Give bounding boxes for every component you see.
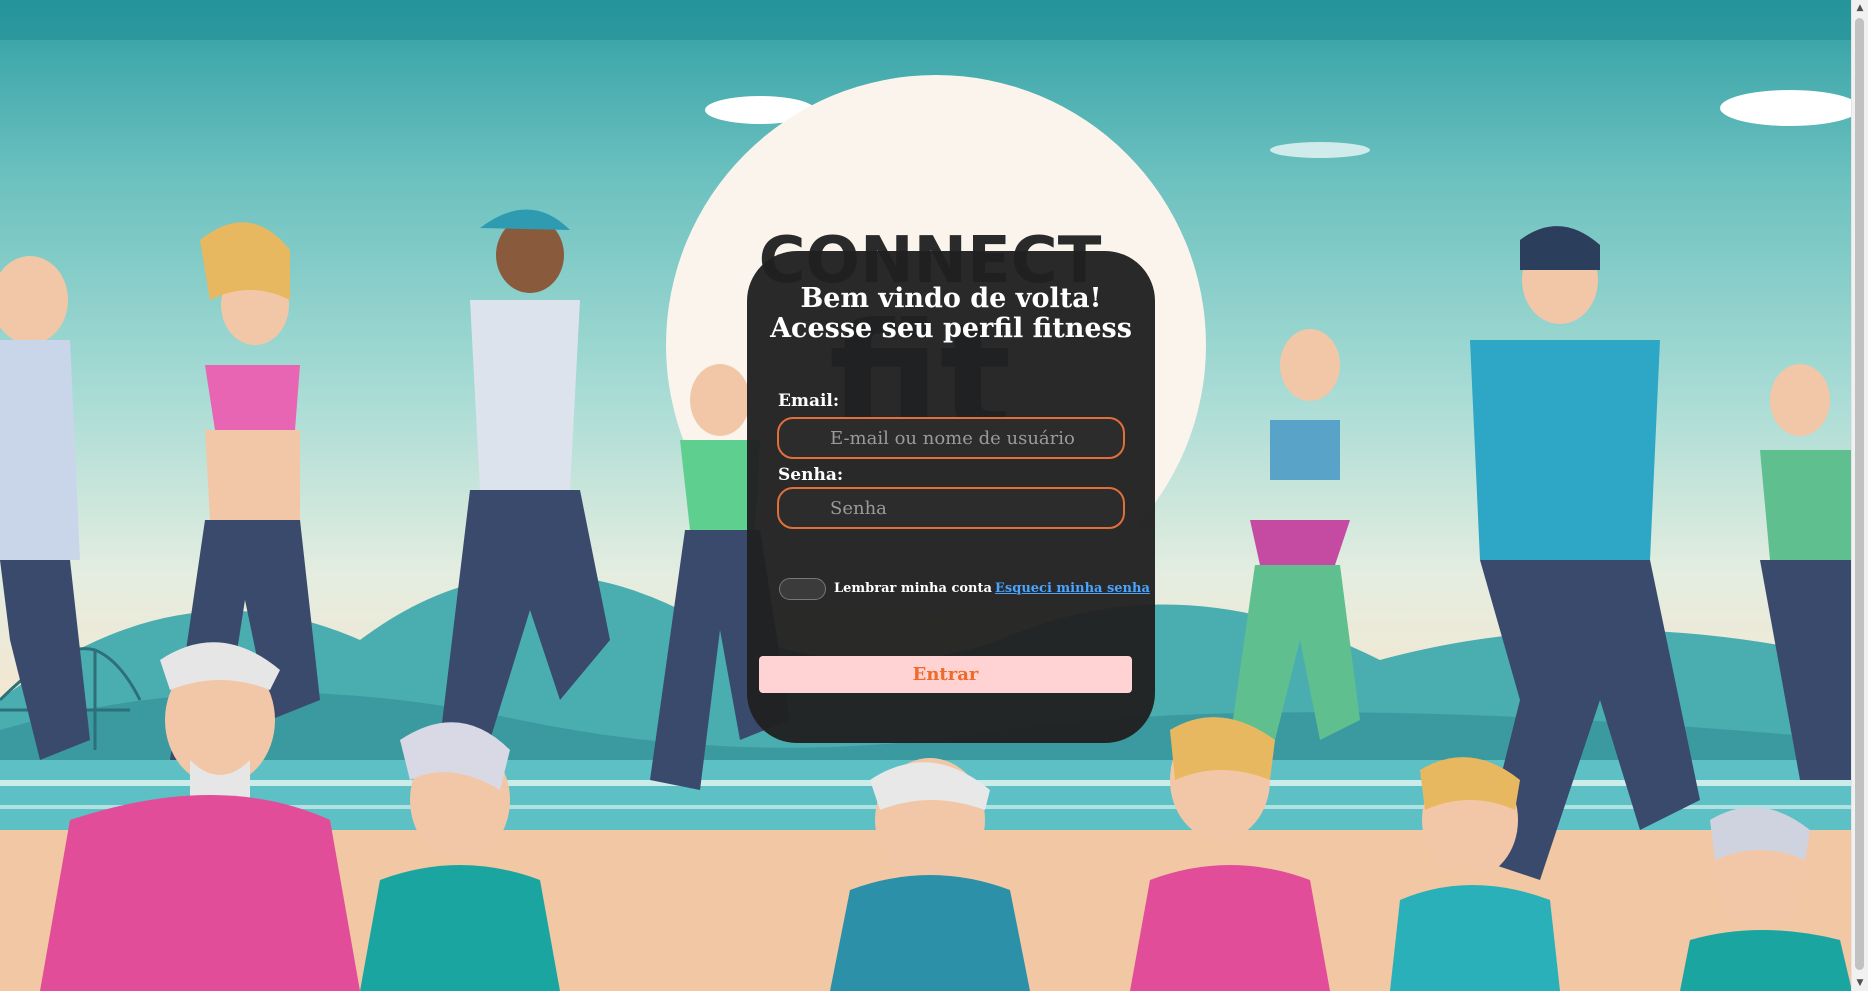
- welcome-heading: Bem vindo de volta! Acesse seu perfil fi…: [747, 251, 1155, 344]
- email-input[interactable]: [777, 417, 1125, 459]
- login-card: Bem vindo de volta! Acesse seu perfil fi…: [747, 251, 1155, 743]
- forgot-password-link[interactable]: Esqueci minha senha: [995, 581, 1150, 596]
- login-button[interactable]: Entrar: [759, 656, 1132, 693]
- scroll-down-arrow-icon[interactable]: ▼: [1852, 975, 1868, 991]
- email-label: Email:: [778, 391, 840, 411]
- vertical-scrollbar[interactable]: ▲ ▼: [1851, 0, 1868, 991]
- welcome-heading-line2: Acesse seu perfil fitness: [770, 313, 1132, 344]
- runner-left-man: [0, 256, 90, 760]
- remember-label: Lembrar minha conta: [834, 581, 992, 596]
- scroll-up-arrow-icon[interactable]: ▲: [1852, 0, 1868, 16]
- password-label: Senha:: [778, 465, 844, 485]
- remember-toggle[interactable]: [779, 578, 826, 600]
- welcome-heading-line1: Bem vindo de volta!: [800, 283, 1102, 314]
- scrollbar-thumb[interactable]: [1855, 18, 1864, 970]
- password-input[interactable]: [777, 487, 1125, 529]
